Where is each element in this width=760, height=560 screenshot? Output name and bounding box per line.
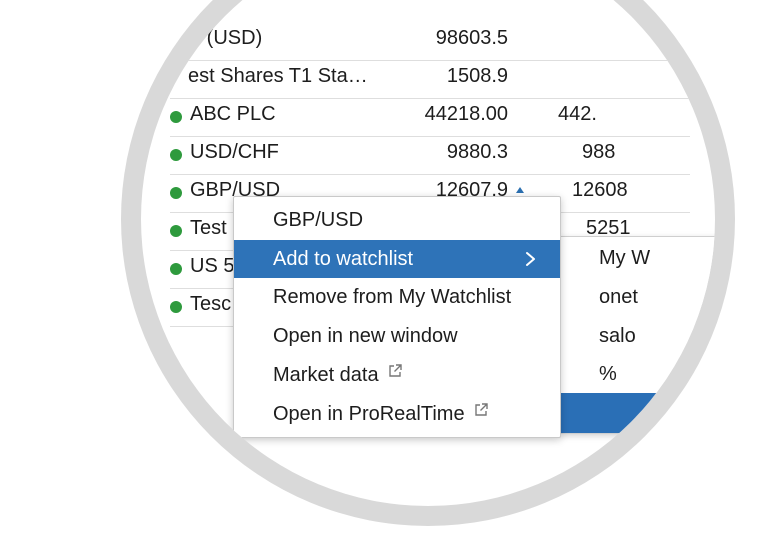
menu-item-market-data[interactable]: Market data	[234, 355, 560, 393]
menu-item-remove-from-watchlist[interactable]: Remove from My Watchlist	[234, 278, 560, 316]
triangle-up-icon	[516, 187, 524, 193]
market-name: Tesc	[190, 293, 232, 315]
sell-price: 9880.3	[446, 141, 508, 163]
menu-item-open-in-prorealtime[interactable]: Open in ProRealTime	[234, 394, 560, 432]
status-dot-icon	[170, 263, 182, 275]
submenu-item[interactable]: %	[599, 363, 617, 386]
submenu-item[interactable]: salo	[599, 325, 636, 348]
magnifier-lens: n (USD) 98603.5 est Shares T1 Sta… 1508.…	[141, 0, 715, 506]
market-name: est Shares T1 Sta…	[188, 65, 368, 87]
market-name: n (USD)	[190, 27, 263, 49]
chevron-right-icon	[526, 252, 535, 266]
external-link-icon	[388, 364, 402, 377]
menu-item-add-to-watchlist[interactable]: Add to watchlist	[234, 240, 560, 278]
status-dot-icon	[170, 149, 182, 161]
sell-price: 44218.00	[424, 103, 508, 125]
menu-title-label: GBP/USD	[273, 209, 364, 231]
table-row[interactable]: n (USD) 98603.5	[170, 22, 690, 61]
menu-item-label: Open in new window	[273, 325, 458, 347]
buy-price: 442.	[558, 103, 597, 125]
status-dot-icon	[170, 111, 182, 123]
menu-item-label: Add to watchlist	[273, 248, 414, 270]
menu-item-label: Remove from My Watchlist	[273, 286, 512, 308]
table-row[interactable]: est Shares T1 Sta… 1508.9	[170, 60, 690, 99]
buy-price: 988	[582, 141, 616, 163]
buy-price: 12608	[572, 179, 628, 201]
market-name: ABC PLC	[190, 103, 276, 125]
context-menu: GBP/USD Add to watchlist Remove from My …	[233, 196, 561, 438]
sell-price: 1508.9	[446, 65, 508, 87]
status-dot-icon	[170, 301, 182, 313]
context-menu-title: GBP/USD	[234, 201, 560, 239]
submenu-item[interactable]: My W	[599, 247, 650, 270]
status-dot-icon	[170, 225, 182, 237]
menu-item-label: Market data	[273, 364, 379, 386]
menu-item-open-new-window[interactable]: Open in new window	[234, 317, 560, 355]
table-row[interactable]: ABC PLC 44218.00 442.	[170, 98, 690, 137]
watchlist-submenu: My W onet salo %	[560, 236, 715, 434]
status-dot-icon	[170, 187, 182, 199]
external-link-icon	[474, 403, 488, 416]
market-name: USD/CHF	[190, 141, 279, 163]
magnified-screenshot: n (USD) 98603.5 est Shares T1 Sta… 1508.…	[0, 0, 760, 560]
market-name: US 5	[190, 255, 235, 277]
submenu-item-highlighted[interactable]	[561, 393, 715, 433]
table-row[interactable]: USD/CHF 9880.3 988	[170, 136, 690, 175]
submenu-item[interactable]: onet	[599, 286, 638, 309]
market-name: Test	[190, 217, 227, 239]
sell-price: 98603.5	[435, 27, 508, 49]
menu-item-label: Open in ProRealTime	[273, 403, 465, 425]
watchlist-view: n (USD) 98603.5 est Shares T1 Sta… 1508.…	[141, 0, 715, 506]
